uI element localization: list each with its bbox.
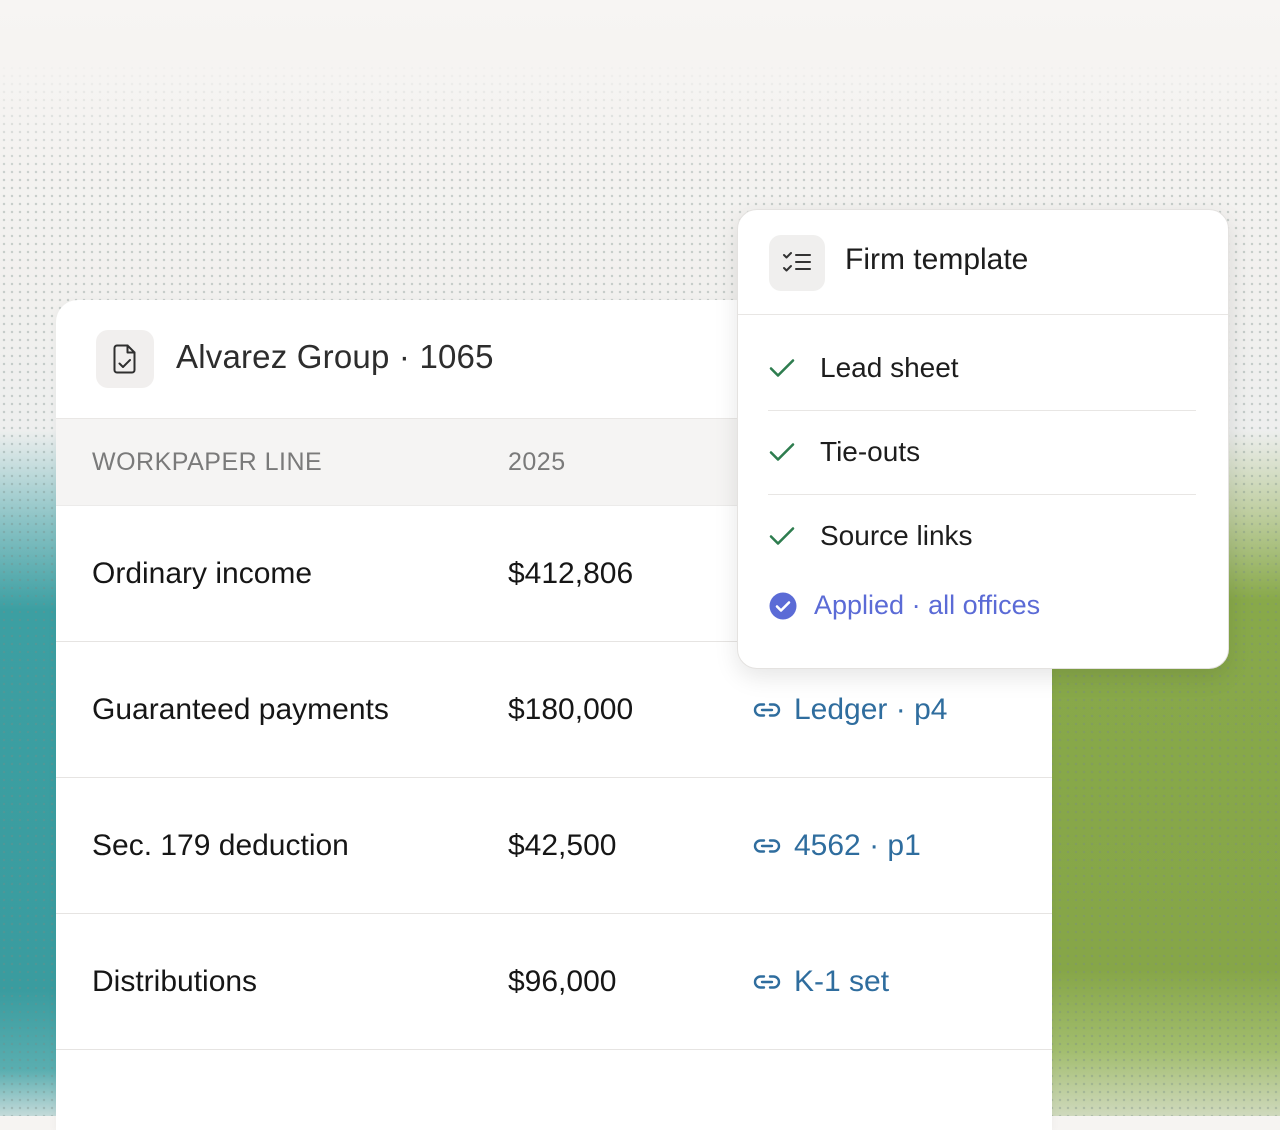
source-link-label: 4562 · p1 xyxy=(794,828,921,862)
document-check-icon xyxy=(96,330,154,388)
check-icon xyxy=(769,443,795,461)
column-header-year: 2025 xyxy=(508,448,566,476)
template-item[interactable]: Lead sheet xyxy=(768,326,1196,411)
template-item[interactable]: Tie-outs xyxy=(768,410,1196,495)
source-link[interactable]: Ledger · p4 xyxy=(752,693,947,727)
link-icon xyxy=(753,702,781,717)
row-line-label: Distributions xyxy=(92,964,258,998)
row-amount: $180,000 xyxy=(508,692,634,726)
check-icon xyxy=(769,359,795,377)
source-link[interactable]: 4562 · p1 xyxy=(752,829,921,863)
applied-status-label: Applied · all offices xyxy=(814,590,1041,620)
source-link-label: K-1 set xyxy=(794,964,890,998)
source-link[interactable]: K-1 set xyxy=(752,965,889,999)
row-amount: $96,000 xyxy=(508,964,617,998)
checklist-icon xyxy=(769,235,825,291)
firm-template-popover: Firm template Lead sheet Tie-outs Source… xyxy=(737,209,1229,669)
card-title: Alvarez Group · 1065 xyxy=(176,338,494,375)
template-item-label: Source links xyxy=(820,520,973,551)
source-link-label: Ledger · p4 xyxy=(794,692,948,726)
row-amount: $42,500 xyxy=(508,828,617,862)
popover-title: Firm template xyxy=(845,243,1029,276)
column-header-line: WORKPAPER LINE xyxy=(92,448,323,476)
table-row[interactable]: Sec. 179 deduction $42,500 4562 · p1 xyxy=(56,778,1052,914)
row-line-label: Guaranteed payments xyxy=(92,692,389,726)
row-line-label: Ordinary income xyxy=(92,556,313,590)
template-item-label: Tie-outs xyxy=(820,436,921,467)
link-icon xyxy=(753,974,781,989)
check-icon xyxy=(769,527,795,545)
check-circle-icon xyxy=(769,592,797,619)
popover-header: Firm template xyxy=(738,210,1228,315)
row-amount: $412,806 xyxy=(508,556,634,590)
applied-status: Applied · all offices xyxy=(768,590,1040,621)
row-line-label: Sec. 179 deduction xyxy=(92,828,349,862)
template-item[interactable]: Source links xyxy=(768,494,1196,578)
link-icon xyxy=(753,838,781,853)
template-item-label: Lead sheet xyxy=(820,352,959,383)
table-row[interactable]: Distributions $96,000 K-1 set xyxy=(56,914,1052,1050)
